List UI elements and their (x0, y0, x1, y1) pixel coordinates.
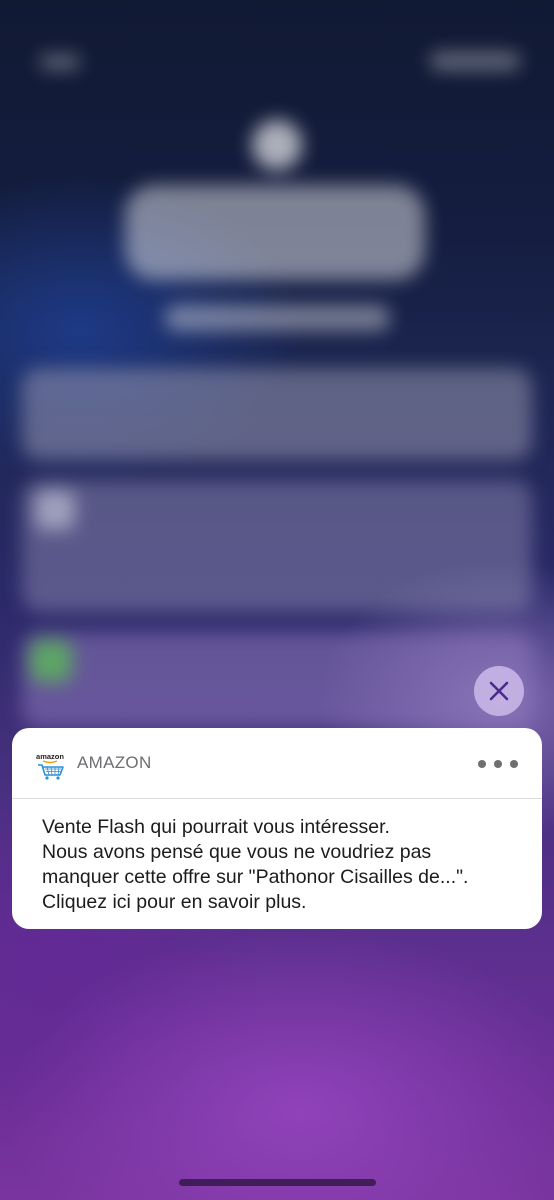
amazon-icon-text: amazon (36, 752, 64, 761)
message-line: Vente Flash qui pourrait vous intéresser… (42, 816, 390, 838)
home-indicator[interactable] (179, 1179, 376, 1186)
close-button[interactable] (474, 666, 524, 716)
amazon-cart-icon: amazon (34, 750, 66, 782)
blurred-lockscreen-content (0, 0, 554, 1200)
message-line: manquer cette offre sur "Pathonor Cisail… (42, 866, 469, 888)
dot (494, 760, 502, 768)
message-line: Cliquez ici pour en savoir plus. (42, 891, 307, 913)
close-icon (489, 681, 509, 701)
app-name: AMAZON (77, 753, 152, 772)
notification-message: Vente Flash qui pourrait vous intéresser… (42, 815, 522, 915)
dot (510, 760, 518, 768)
ellipsis-icon[interactable] (478, 752, 518, 776)
dot (478, 760, 486, 768)
notification-card[interactable]: amazon AMAZON Vente Flash qui pourrait v… (12, 728, 542, 929)
notification-header: amazon AMAZON (12, 728, 542, 799)
message-line: Nous avons pensé que vous ne voudriez pa… (42, 841, 432, 863)
